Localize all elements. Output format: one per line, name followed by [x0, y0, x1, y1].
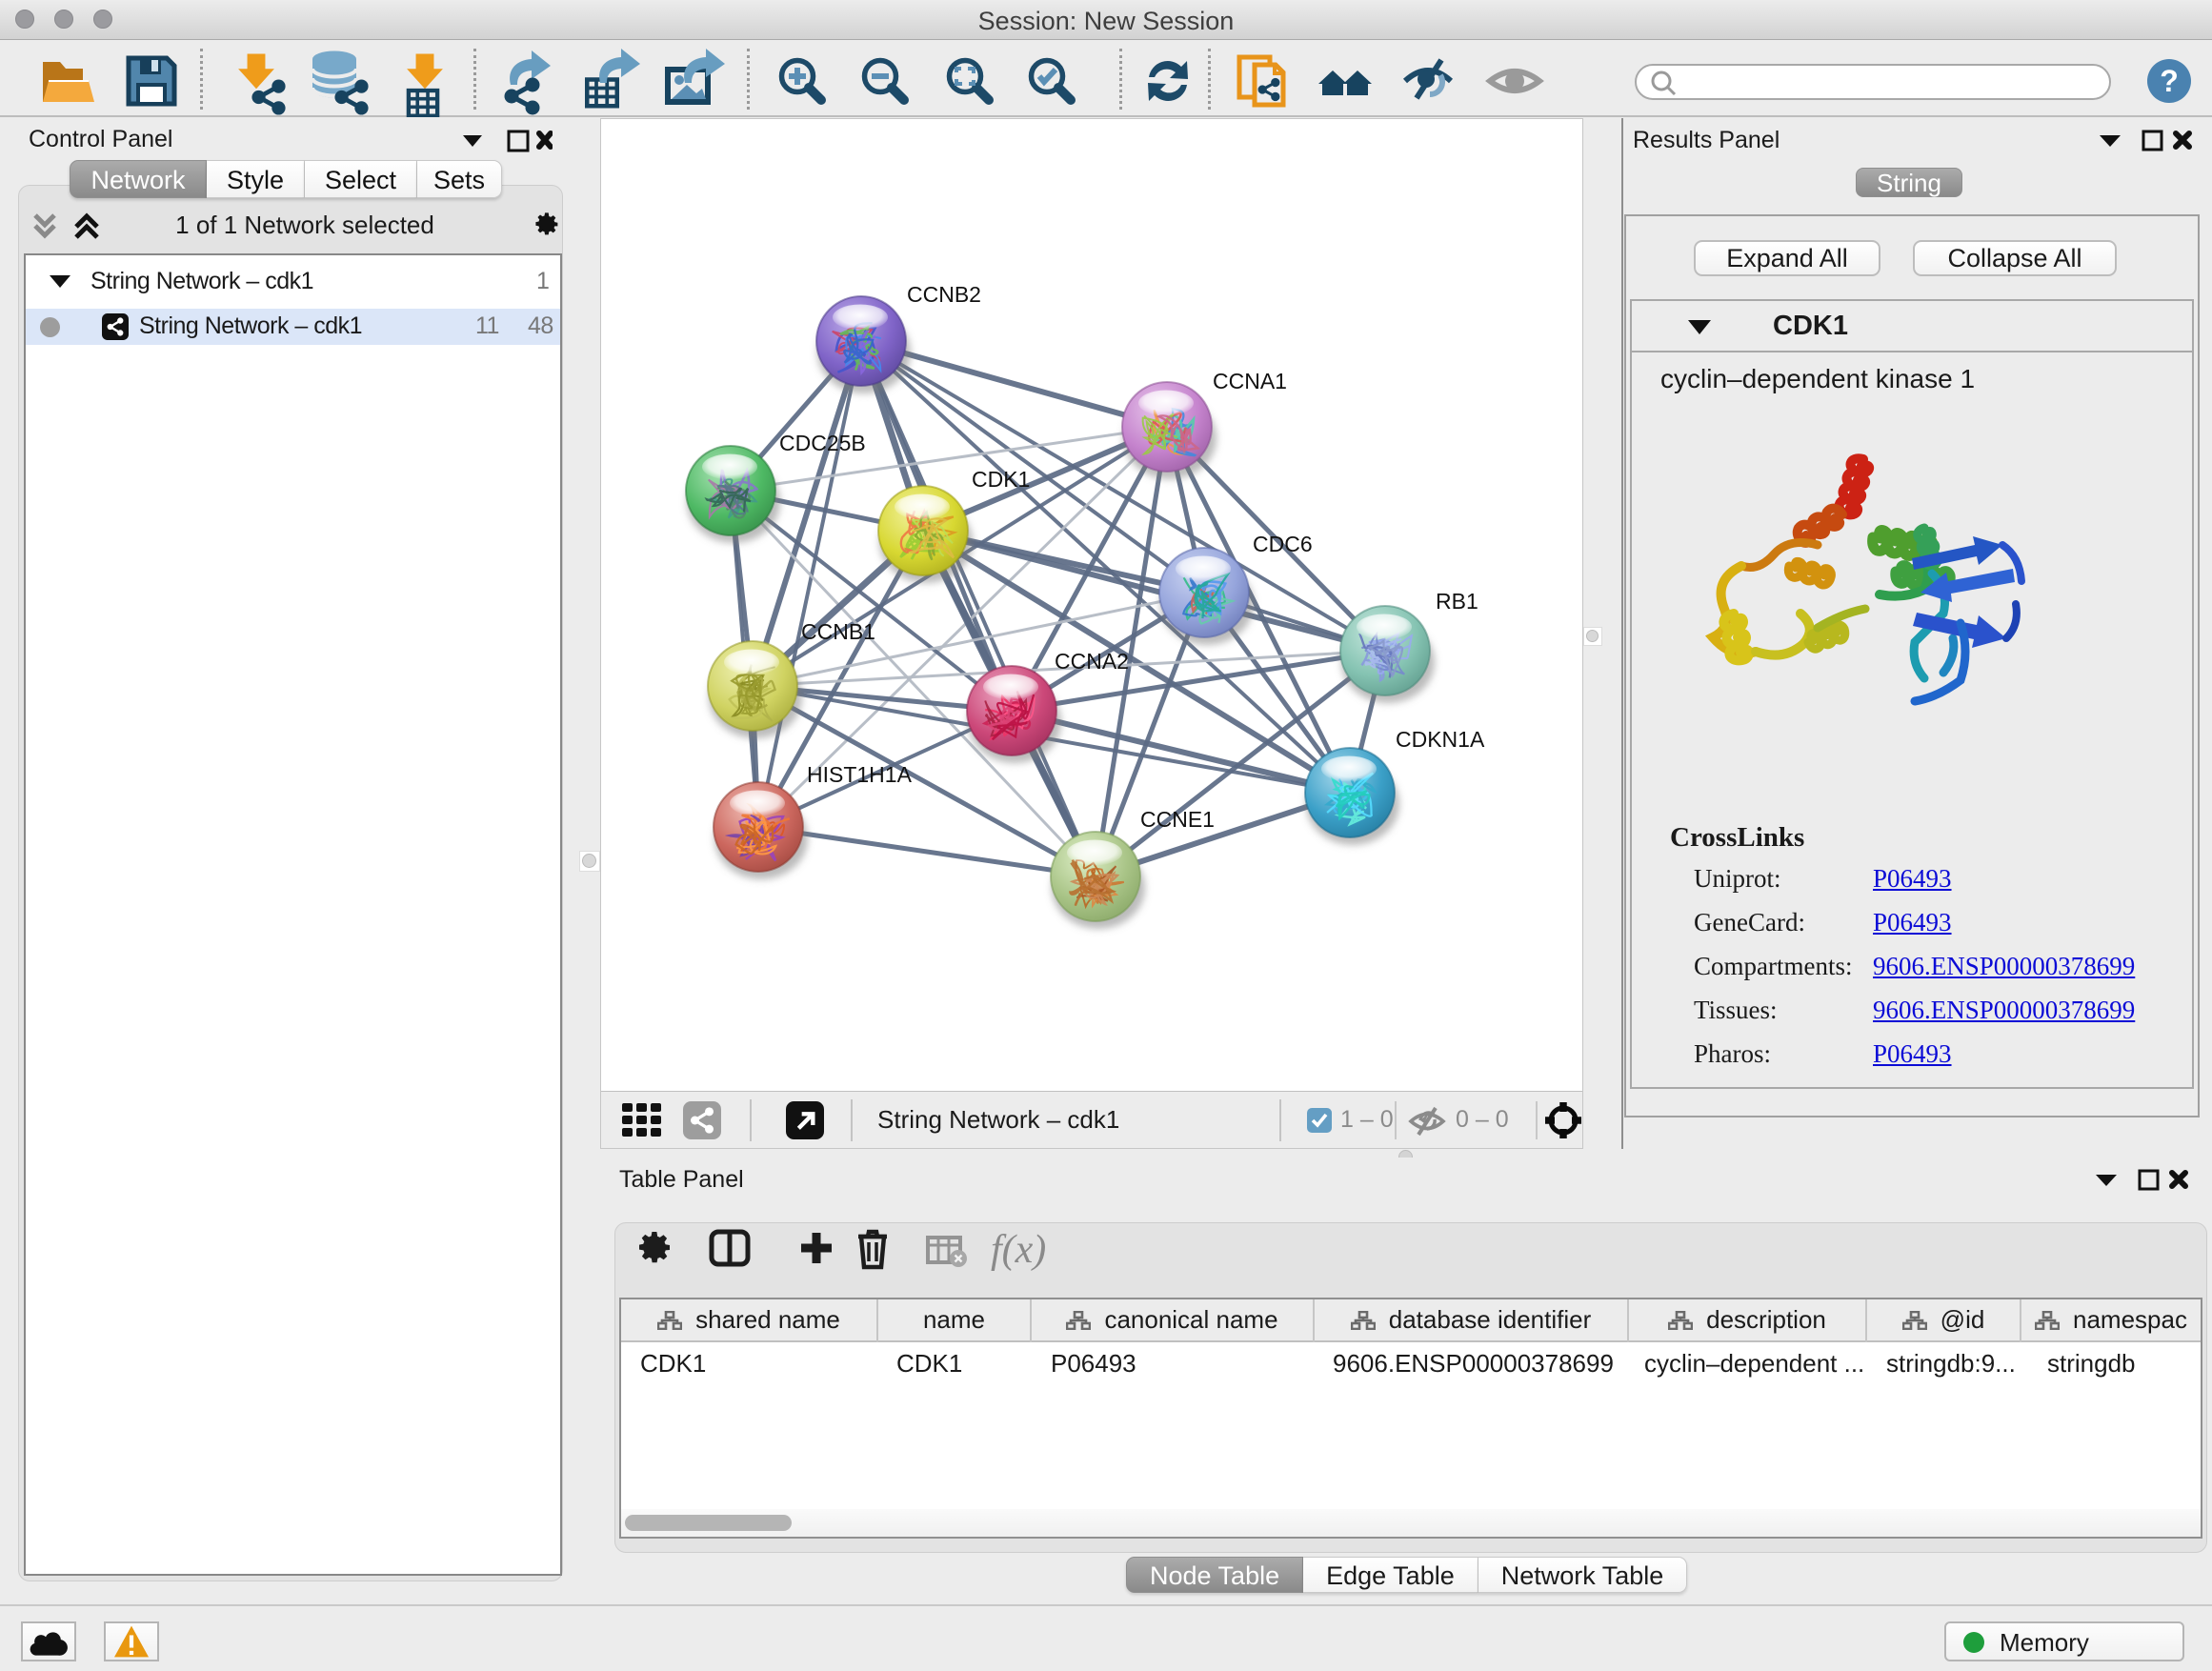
svg-text:?: ? [2160, 64, 2179, 98]
svg-text:f(x): f(x) [991, 1228, 1046, 1272]
svg-text:CCNB1: CCNB1 [801, 619, 875, 644]
svg-text:CDC25B: CDC25B [779, 431, 866, 455]
svg-text:HIST1H1A: HIST1H1A [807, 762, 913, 787]
svg-text:CDC6: CDC6 [1253, 532, 1313, 556]
svg-text:CDKN1A: CDKN1A [1396, 727, 1485, 752]
svg-text:CCNB2: CCNB2 [907, 282, 981, 307]
svg-text:CDK1: CDK1 [972, 467, 1030, 492]
svg-text:RB1: RB1 [1436, 589, 1478, 614]
svg-text:CCNA2: CCNA2 [1055, 649, 1129, 674]
svg-text:CCNA1: CCNA1 [1213, 369, 1287, 393]
svg-text:CCNE1: CCNE1 [1140, 807, 1215, 832]
